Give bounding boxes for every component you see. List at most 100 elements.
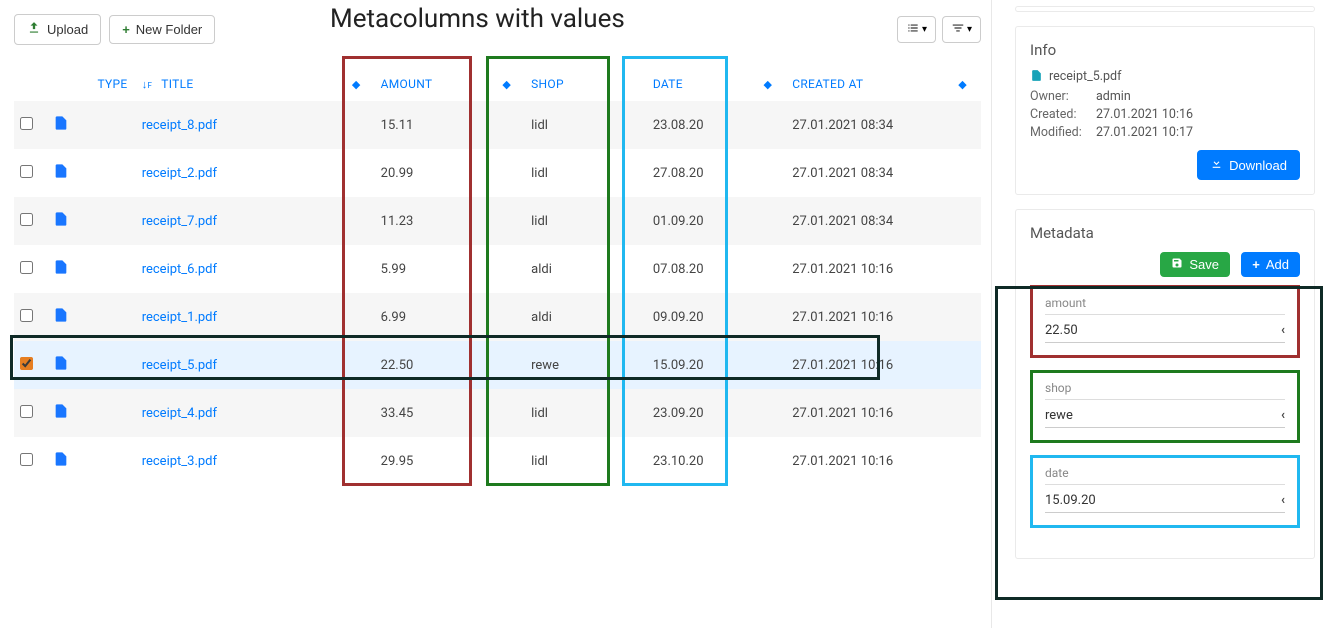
- sort-mode-button[interactable]: ▾: [942, 16, 981, 43]
- col-amount-sort[interactable]: ◆: [346, 67, 375, 101]
- table-row[interactable]: receipt_2.pdf20.99lidl27.08.2027.01.2021…: [14, 149, 981, 197]
- col-title[interactable]: ↓F TITLE: [136, 67, 346, 101]
- row-checkbox[interactable]: [20, 405, 33, 418]
- cell-shop: rewe: [525, 341, 647, 389]
- table-row[interactable]: receipt_3.pdf29.95lidl23.10.2027.01.2021…: [14, 437, 981, 485]
- cell-shop: lidl: [525, 197, 647, 245]
- cell-amount: 6.99: [375, 293, 497, 341]
- main-panel: Upload + New Folder ▾ ▾ Metacolumns with…: [0, 0, 992, 628]
- cell-amount: 11.23: [375, 197, 497, 245]
- col-date[interactable]: DATE: [647, 67, 758, 101]
- file-title-link[interactable]: receipt_8.pdf: [142, 118, 217, 133]
- plus-icon: +: [122, 22, 130, 37]
- side-panel: Info receipt_5.pdf Owner:admin Created:2…: [1005, 0, 1325, 628]
- table-row[interactable]: receipt_8.pdf15.11lidl23.08.2027.01.2021…: [14, 101, 981, 149]
- meta-amount-value[interactable]: 22.50: [1045, 323, 1078, 338]
- file-icon: [53, 355, 69, 376]
- meta-shop-value[interactable]: rewe: [1045, 408, 1073, 423]
- add-button[interactable]: + Add: [1241, 252, 1300, 277]
- file-title-link[interactable]: receipt_4.pdf: [142, 406, 217, 421]
- sort-icon: ◆: [763, 80, 772, 90]
- col-shop-label: SHOP: [531, 77, 564, 91]
- file-table: TYPE ↓F TITLE ◆ AMOUNT ◆ SHOP DATE ◆ CRE…: [14, 67, 981, 485]
- table-header-row: TYPE ↓F TITLE ◆ AMOUNT ◆ SHOP DATE ◆ CRE…: [14, 67, 981, 101]
- cell-created-at: 27.01.2021 10:16: [786, 437, 952, 485]
- save-icon: [1171, 257, 1183, 272]
- col-created-at-sort[interactable]: ◆: [952, 67, 981, 101]
- col-date-label: DATE: [653, 77, 683, 91]
- col-amount[interactable]: AMOUNT: [375, 67, 497, 101]
- caret-down-icon: ▾: [967, 24, 972, 35]
- cell-shop: aldi: [525, 293, 647, 341]
- table-row[interactable]: receipt_4.pdf33.45lidl23.09.2027.01.2021…: [14, 389, 981, 437]
- cell-shop: lidl: [525, 149, 647, 197]
- chevron-left-icon[interactable]: ‹: [1281, 493, 1285, 508]
- table-row[interactable]: receipt_6.pdf 5.99 aldi07.08.20 27.01.2021 …: [14, 245, 981, 293]
- info-panel: Info receipt_5.pdf Owner:admin Created:2…: [1015, 26, 1315, 195]
- view-mode-button[interactable]: ▾: [897, 16, 936, 43]
- meta-date-value[interactable]: 15.09.20: [1045, 493, 1096, 508]
- metadata-panel: Metadata Save + Add amount 22.50 ‹ shop: [1015, 209, 1315, 559]
- file-title-link[interactable]: receipt_2.pdf: [142, 166, 217, 181]
- meta-amount-label: amount: [1045, 296, 1285, 315]
- info-filename: receipt_5.pdf: [1049, 69, 1121, 86]
- sort-icon: ↓F: [142, 80, 153, 91]
- table-row[interactable]: receipt_7.pdf11.23lidl01.09.2027.01.2021…: [14, 197, 981, 245]
- col-created-at[interactable]: CREATED AT: [786, 67, 952, 101]
- meta-shop-label: shop: [1045, 381, 1285, 400]
- table-row[interactable]: receipt_5.pdf22.50rewe15.09.2027.01.2021…: [14, 341, 981, 389]
- row-checkbox[interactable]: [20, 165, 33, 178]
- table-row[interactable]: receipt_1.pdf6.99aldi09.09.2027.01.2021 …: [14, 293, 981, 341]
- file-title-link[interactable]: receipt_3.pdf: [142, 454, 217, 469]
- cell-created-at: 27.01.2021 08:34: [786, 101, 952, 149]
- chevron-left-icon[interactable]: ‹: [1281, 408, 1285, 423]
- chevron-left-icon[interactable]: ‹: [1281, 323, 1285, 338]
- file-title-link[interactable]: receipt_7.pdf: [142, 214, 217, 229]
- row-checkbox[interactable]: [20, 357, 33, 370]
- col-title-label: TITLE: [161, 77, 193, 91]
- new-folder-label: New Folder: [136, 22, 202, 37]
- col-shop[interactable]: SHOP: [525, 67, 647, 101]
- file-icon: [53, 451, 69, 472]
- file-title-link[interactable]: receipt_1.pdf: [142, 310, 217, 325]
- file-icon: [53, 307, 69, 328]
- row-checkbox[interactable]: [20, 261, 33, 274]
- col-shop-sort[interactable]: ◆: [496, 67, 525, 101]
- cell-date: 15.09.20: [647, 341, 758, 389]
- row-checkbox[interactable]: [20, 117, 33, 130]
- cell-created-at: 27.01.2021 10:16: [786, 245, 952, 293]
- created-value: 27.01.2021 10:16: [1096, 107, 1193, 122]
- save-button[interactable]: Save: [1160, 252, 1230, 277]
- file-icon: [53, 211, 69, 232]
- file-title-link[interactable]: receipt_5.pdf: [142, 358, 217, 373]
- modified-label: Modified:: [1030, 125, 1090, 140]
- col-date-sort[interactable]: ◆: [757, 67, 786, 101]
- created-label: Created:: [1030, 107, 1090, 122]
- plus-icon: +: [1252, 257, 1260, 272]
- cell-shop: aldi: [525, 245, 647, 293]
- cell-date: 07.08.20: [647, 245, 758, 293]
- col-type-label: TYPE: [97, 77, 127, 91]
- row-checkbox[interactable]: [20, 309, 33, 322]
- upload-label: Upload: [47, 22, 88, 37]
- cell-amount: 5.99: [375, 245, 497, 293]
- modified-value: 27.01.2021 10:17: [1096, 125, 1193, 140]
- row-checkbox[interactable]: [20, 213, 33, 226]
- upload-button[interactable]: Upload: [14, 14, 101, 45]
- file-icon: [53, 259, 69, 280]
- new-folder-button[interactable]: + New Folder: [109, 15, 215, 44]
- download-button[interactable]: Download: [1197, 150, 1300, 180]
- download-label: Download: [1229, 158, 1287, 173]
- list-icon: [906, 21, 920, 38]
- metadata-heading: Metadata: [1030, 224, 1300, 242]
- cell-date: 09.09.20: [647, 293, 758, 341]
- meta-field-amount: amount 22.50 ‹: [1030, 285, 1300, 358]
- file-title-link[interactable]: receipt_6.pdf: [142, 262, 217, 277]
- col-type[interactable]: TYPE: [91, 67, 135, 101]
- cell-shop: lidl: [525, 389, 647, 437]
- row-checkbox[interactable]: [20, 453, 33, 466]
- cell-shop: lidl: [525, 437, 647, 485]
- cell-created-at: 27.01.2021 10:16: [786, 341, 952, 389]
- info-filename-row: receipt_5.pdf: [1030, 69, 1300, 86]
- meta-field-shop: shop rewe ‹: [1030, 370, 1300, 443]
